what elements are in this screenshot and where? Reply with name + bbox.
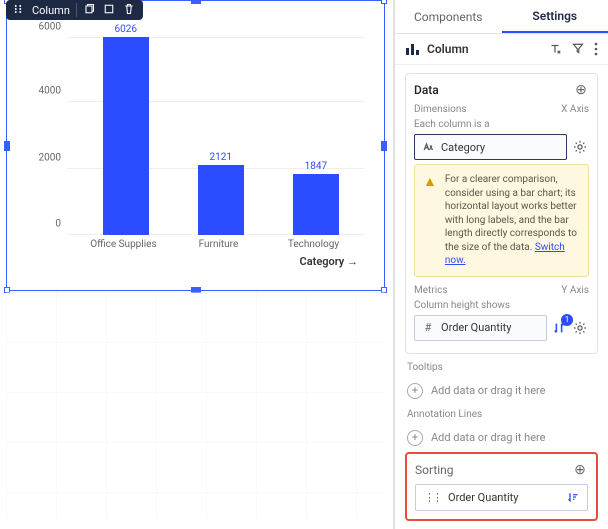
settings-panel: Components Settings Column Data ⊕ Dimens… [394,0,608,529]
delete-icon[interactable] [123,3,137,17]
text-style-icon[interactable] [548,42,562,56]
more-icon[interactable] [594,42,598,56]
annotation-dropzone[interactable]: + Add data or drag it here [405,424,598,452]
copy-icon[interactable] [83,3,97,17]
annotation-title: Annotation Lines [407,409,482,420]
metrics-label: Metrics [414,285,448,296]
resize-corner-tr[interactable] [381,0,387,4]
bar[interactable] [293,174,339,235]
x-tick: Furniture [168,239,268,250]
dimension-settings-icon[interactable] [571,138,589,156]
sort-field-label: Order Quantity [448,491,518,504]
number-type-icon: # [421,321,435,335]
sorting-section: Sorting ⊕ Order Quantity [405,452,598,521]
y-tick: 4000 [39,86,61,97]
plot-area: 0 2000 4000 6000 6026 2121 1847 Office S… [67,21,364,235]
section-title-data: Data [414,83,439,97]
tab-components[interactable]: Components [395,0,502,33]
widget-toolbar[interactable]: Column [6,0,143,20]
x-axis-title: Category → [300,255,358,268]
bar[interactable] [103,37,149,235]
filter-icon[interactable] [572,42,584,56]
add-icon: + [407,430,423,446]
dimensions-label: Dimensions [414,104,467,115]
metric-swap-button[interactable]: 1 [551,320,567,336]
tab-settings[interactable]: Settings [502,0,608,33]
panel-tabs: Components Settings [395,0,608,34]
bar-value-label: 6026 [91,24,161,35]
resize-handle-left[interactable] [4,141,10,151]
dimension-value: Category [441,141,485,154]
column-height-label: Column height shows [414,300,589,311]
bar-value-label: 2121 [186,152,256,163]
chart-area: 0 2000 4000 6000 6026 2121 1847 Office S… [17,21,374,270]
drag-handle-icon[interactable] [424,491,440,504]
add-data-icon[interactable]: ⊕ [573,82,589,98]
badge-count: 1 [561,314,573,326]
warning-icon: ▲ [423,173,437,268]
each-column-label: Each column is a [414,119,589,130]
annotation-placeholder: Add data or drag it here [431,431,546,444]
x-tick: Technology [264,239,364,250]
bar[interactable] [198,165,244,235]
chart-suggestion-hint: ▲ For a clearer comparison, consider usi… [414,164,589,277]
data-section: Data ⊕ Dimensions X Axis Each column is … [405,73,598,354]
widget-type-label: Column [32,4,70,17]
dimension-chip[interactable]: Category [414,134,567,160]
metric-chip[interactable]: # Order Quantity [414,315,547,341]
sort-direction-icon[interactable] [567,491,579,503]
metrics-axis-label: Y Axis [561,285,589,296]
bar-value-label: 1847 [281,161,351,172]
tooltips-dropzone[interactable]: + Add data or drag it here [405,377,598,405]
dimensions-axis-label: X Axis [561,104,589,115]
tooltips-title: Tooltips [407,362,443,373]
text-type-icon [421,140,435,154]
y-tick: 0 [55,219,61,230]
x-tick: Office Supplies [73,239,173,250]
tooltips-placeholder: Add data or drag it here [431,384,546,397]
viz-type-label: Column [427,42,469,56]
sorting-title: Sorting [415,463,454,477]
resize-handle-top[interactable] [191,0,201,4]
add-sort-icon[interactable]: ⊕ [572,462,588,478]
metric-value: Order Quantity [441,321,511,334]
resize-handle-right[interactable] [381,141,387,151]
add-icon: + [407,383,423,399]
metric-settings-icon[interactable] [571,319,589,337]
duplicate-icon[interactable] [103,3,117,17]
chart-selection-frame[interactable]: 0 2000 4000 6000 6026 2121 1847 Office S… [6,0,385,291]
canvas-grid [6,292,385,519]
viz-type-header: Column [395,34,608,65]
column-chart-icon [405,42,421,56]
y-tick: 2000 [39,152,61,163]
canvas[interactable]: Order Quantity 0 2000 4000 6000 6026 [0,0,394,529]
y-tick: 6000 [39,22,61,33]
sort-field-chip[interactable]: Order Quantity [415,484,588,511]
drag-handle-icon[interactable] [12,3,26,17]
